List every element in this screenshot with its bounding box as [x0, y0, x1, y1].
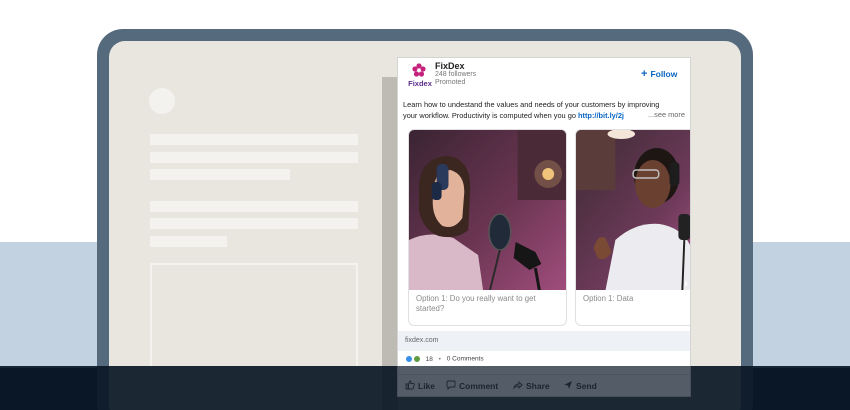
post-header: Fixdex FixDex 248 followers Promoted + Fo… — [398, 58, 690, 94]
link-preview-bar[interactable]: fixdex.com — [398, 331, 690, 351]
like-reaction-icon — [405, 355, 413, 363]
podcast-photo-man — [576, 130, 690, 290]
company-name[interactable]: FixDex — [435, 61, 465, 71]
follow-label: Follow — [650, 69, 678, 79]
comment-label: Comment — [459, 381, 499, 391]
logo-text: Fixdex — [408, 79, 432, 88]
company-logo[interactable]: Fixdex — [405, 63, 432, 88]
flower-logo-icon — [412, 63, 426, 77]
follow-button[interactable]: + Follow — [641, 68, 677, 80]
comment-icon — [446, 380, 456, 390]
reaction-count: 18 — [425, 355, 433, 363]
post-text-line1: Learn how to undestand the values and ne… — [403, 100, 660, 109]
bullet-separator: • — [438, 355, 441, 363]
post-body-text: Learn how to undestand the values and ne… — [403, 99, 685, 121]
card-caption: Option 1: Data — [583, 294, 634, 303]
comment-count[interactable]: 0 Comments — [447, 356, 484, 363]
skeleton-line — [150, 169, 290, 180]
podcast-photo-woman — [409, 130, 566, 290]
send-button[interactable]: Send — [563, 380, 597, 391]
like-button[interactable]: Like — [405, 380, 435, 391]
skeleton-avatar — [149, 88, 175, 114]
see-more-link[interactable]: ...see more — [648, 110, 685, 119]
skeleton-line — [150, 201, 358, 212]
post-link[interactable]: http://bit.ly/2j — [578, 111, 624, 120]
follower-count: 248 followers — [435, 71, 477, 78]
skeleton-line — [150, 152, 358, 163]
image-carousel: Option 1: Do you really want to get star… — [408, 129, 690, 329]
chevron-right-icon[interactable]: › — [679, 276, 690, 290]
share-label: Share — [526, 381, 550, 391]
post-text-line2: your workflow. Productivity is computed … — [403, 111, 578, 120]
sponsored-post-card: Fixdex FixDex 248 followers Promoted + Fo… — [397, 57, 691, 397]
plus-icon: + — [641, 68, 648, 80]
skeleton-image-box — [150, 263, 358, 373]
card-caption: Option 1: Do you really want to get star… — [416, 294, 536, 313]
link-domain: fixdex.com — [405, 337, 439, 344]
skeleton-line — [150, 134, 358, 145]
action-bar: Like Comment Share Send — [398, 374, 690, 396]
carousel-card[interactable]: Option 1: Data — [575, 129, 690, 326]
social-counts[interactable]: 18 • 0 Comments — [405, 355, 484, 365]
send-icon — [564, 381, 572, 389]
skeleton-line — [150, 236, 227, 247]
share-button[interactable]: Share — [513, 380, 550, 391]
promoted-label: Promoted — [435, 79, 466, 86]
skeleton-line — [150, 218, 358, 229]
thumbs-up-icon — [405, 380, 415, 390]
comment-button[interactable]: Comment — [446, 380, 498, 391]
celebrate-reaction-icon — [412, 355, 421, 363]
share-icon — [513, 380, 523, 390]
like-label: Like — [418, 381, 436, 391]
carousel-card[interactable]: Option 1: Do you really want to get star… — [408, 129, 567, 326]
send-label: Send — [576, 381, 597, 391]
post-shadow — [382, 77, 398, 410]
